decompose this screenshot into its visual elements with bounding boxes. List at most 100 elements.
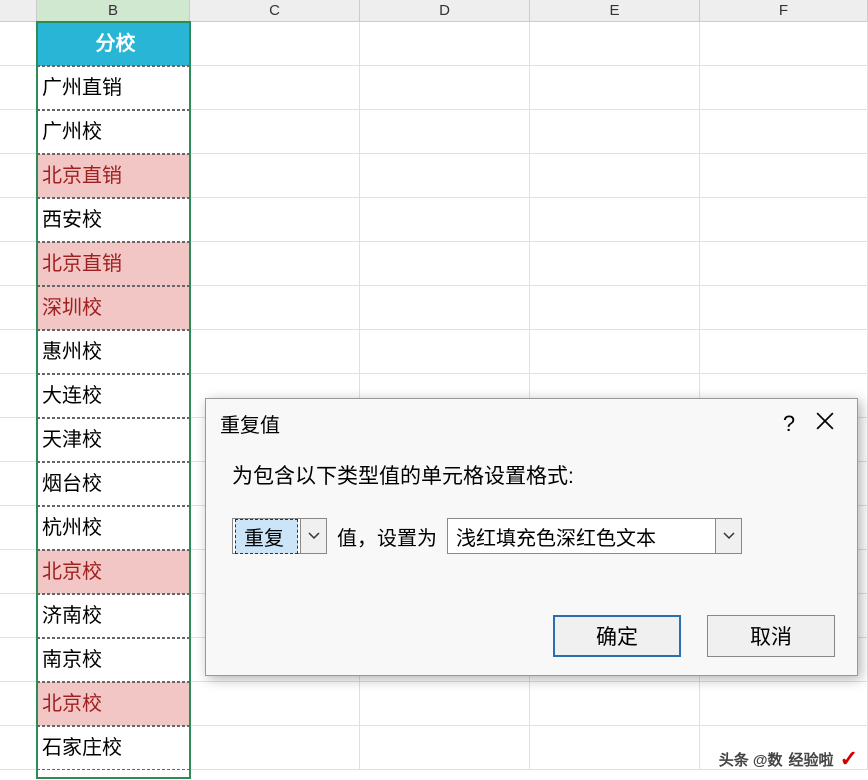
empty-cell[interactable]	[190, 198, 360, 242]
empty-cell[interactable]	[700, 286, 868, 330]
empty-cell[interactable]	[0, 462, 37, 506]
col-header-c[interactable]: C	[190, 0, 360, 21]
empty-cell[interactable]	[190, 110, 360, 154]
col-header-e[interactable]: E	[530, 0, 700, 21]
empty-cell[interactable]	[190, 682, 360, 726]
empty-cell[interactable]	[700, 66, 868, 110]
col-header-a[interactable]	[0, 0, 37, 21]
empty-cell[interactable]	[0, 594, 37, 638]
data-cell[interactable]: 石家庄校	[37, 726, 190, 770]
empty-cell[interactable]	[360, 198, 530, 242]
empty-cell[interactable]	[190, 66, 360, 110]
column-header-cell[interactable]: 分校	[37, 22, 190, 66]
help-button[interactable]: ?	[771, 411, 807, 437]
empty-cell[interactable]	[0, 66, 37, 110]
col-header-f[interactable]: F	[700, 0, 868, 21]
dialog-controls: 重复 值，设置为 浅红填充色深红色文本	[232, 518, 831, 554]
empty-cell[interactable]	[0, 154, 37, 198]
data-cell[interactable]: 杭州校	[37, 506, 190, 550]
watermark-prefix: 头条 @数	[719, 749, 783, 770]
column-headers-row: B C D E F	[0, 0, 868, 22]
data-row: 广州直销	[0, 66, 868, 110]
empty-cell[interactable]	[700, 330, 868, 374]
empty-cell[interactable]	[0, 550, 37, 594]
data-cell[interactable]: 北京校	[37, 550, 190, 594]
dialog-title: 重复值	[220, 409, 771, 438]
data-cell[interactable]: 天津校	[37, 418, 190, 462]
type-dropdown-value: 重复	[235, 519, 298, 554]
empty-cell[interactable]	[0, 22, 37, 66]
data-cell[interactable]: 西安校	[37, 198, 190, 242]
empty-cell[interactable]	[190, 726, 360, 770]
empty-cell[interactable]	[700, 682, 868, 726]
empty-cell[interactable]	[360, 682, 530, 726]
watermark-main: 经验啦	[789, 749, 834, 770]
empty-cell[interactable]	[0, 682, 37, 726]
chevron-down-icon	[723, 532, 735, 540]
format-dropdown[interactable]: 浅红填充色深红色文本	[447, 518, 742, 554]
cancel-button[interactable]: 取消	[707, 615, 835, 657]
empty-cell[interactable]	[360, 154, 530, 198]
col-header-b[interactable]: B	[37, 0, 190, 21]
data-cell[interactable]: 南京校	[37, 638, 190, 682]
ok-button[interactable]: 确定	[553, 615, 681, 657]
empty-cell[interactable]	[360, 330, 530, 374]
empty-cell[interactable]	[700, 110, 868, 154]
empty-cell[interactable]	[530, 286, 700, 330]
data-cell[interactable]: 惠州校	[37, 330, 190, 374]
empty-cell[interactable]	[530, 242, 700, 286]
empty-cell[interactable]	[360, 286, 530, 330]
data-cell[interactable]: 深圳校	[37, 286, 190, 330]
data-cell[interactable]: 北京直销	[37, 154, 190, 198]
empty-cell[interactable]	[360, 22, 530, 66]
data-cell[interactable]: 大连校	[37, 374, 190, 418]
type-dropdown-button[interactable]	[300, 519, 326, 553]
empty-cell[interactable]	[190, 22, 360, 66]
data-cell[interactable]: 广州校	[37, 110, 190, 154]
empty-cell[interactable]	[0, 374, 37, 418]
data-cell[interactable]: 北京直销	[37, 242, 190, 286]
empty-cell[interactable]	[0, 198, 37, 242]
data-cell[interactable]: 济南校	[37, 594, 190, 638]
empty-cell[interactable]	[360, 66, 530, 110]
header-row: 分校	[0, 22, 868, 66]
empty-cell[interactable]	[530, 726, 700, 770]
empty-cell[interactable]	[0, 286, 37, 330]
dialog-buttons: 确定 取消	[553, 615, 835, 657]
empty-cell[interactable]	[530, 198, 700, 242]
data-cell[interactable]: 广州直销	[37, 66, 190, 110]
empty-cell[interactable]	[0, 330, 37, 374]
close-button[interactable]	[807, 412, 843, 436]
empty-cell[interactable]	[0, 638, 37, 682]
col-header-d[interactable]: D	[360, 0, 530, 21]
empty-cell[interactable]	[0, 242, 37, 286]
empty-cell[interactable]	[190, 286, 360, 330]
empty-cell[interactable]	[700, 242, 868, 286]
empty-cell[interactable]	[360, 110, 530, 154]
empty-cell[interactable]	[360, 242, 530, 286]
empty-cell[interactable]	[530, 66, 700, 110]
empty-cell[interactable]	[0, 418, 37, 462]
empty-cell[interactable]	[530, 154, 700, 198]
empty-cell[interactable]	[0, 726, 37, 770]
type-dropdown[interactable]: 重复	[232, 518, 327, 554]
empty-cell[interactable]	[530, 22, 700, 66]
empty-cell[interactable]	[530, 110, 700, 154]
empty-cell[interactable]	[0, 110, 37, 154]
empty-cell[interactable]	[0, 506, 37, 550]
format-dropdown-button[interactable]	[715, 519, 741, 553]
data-cell[interactable]: 北京校	[37, 682, 190, 726]
empty-cell[interactable]	[530, 682, 700, 726]
empty-cell[interactable]	[700, 154, 868, 198]
empty-cell[interactable]	[700, 22, 868, 66]
empty-cell[interactable]	[190, 154, 360, 198]
chevron-down-icon	[308, 532, 320, 540]
close-icon	[816, 412, 834, 430]
data-cell[interactable]: 烟台校	[37, 462, 190, 506]
empty-cell[interactable]	[190, 330, 360, 374]
empty-cell[interactable]	[190, 242, 360, 286]
empty-cell[interactable]	[360, 726, 530, 770]
empty-cell[interactable]	[530, 330, 700, 374]
empty-cell[interactable]	[700, 198, 868, 242]
dialog-titlebar[interactable]: 重复值 ?	[206, 399, 857, 448]
